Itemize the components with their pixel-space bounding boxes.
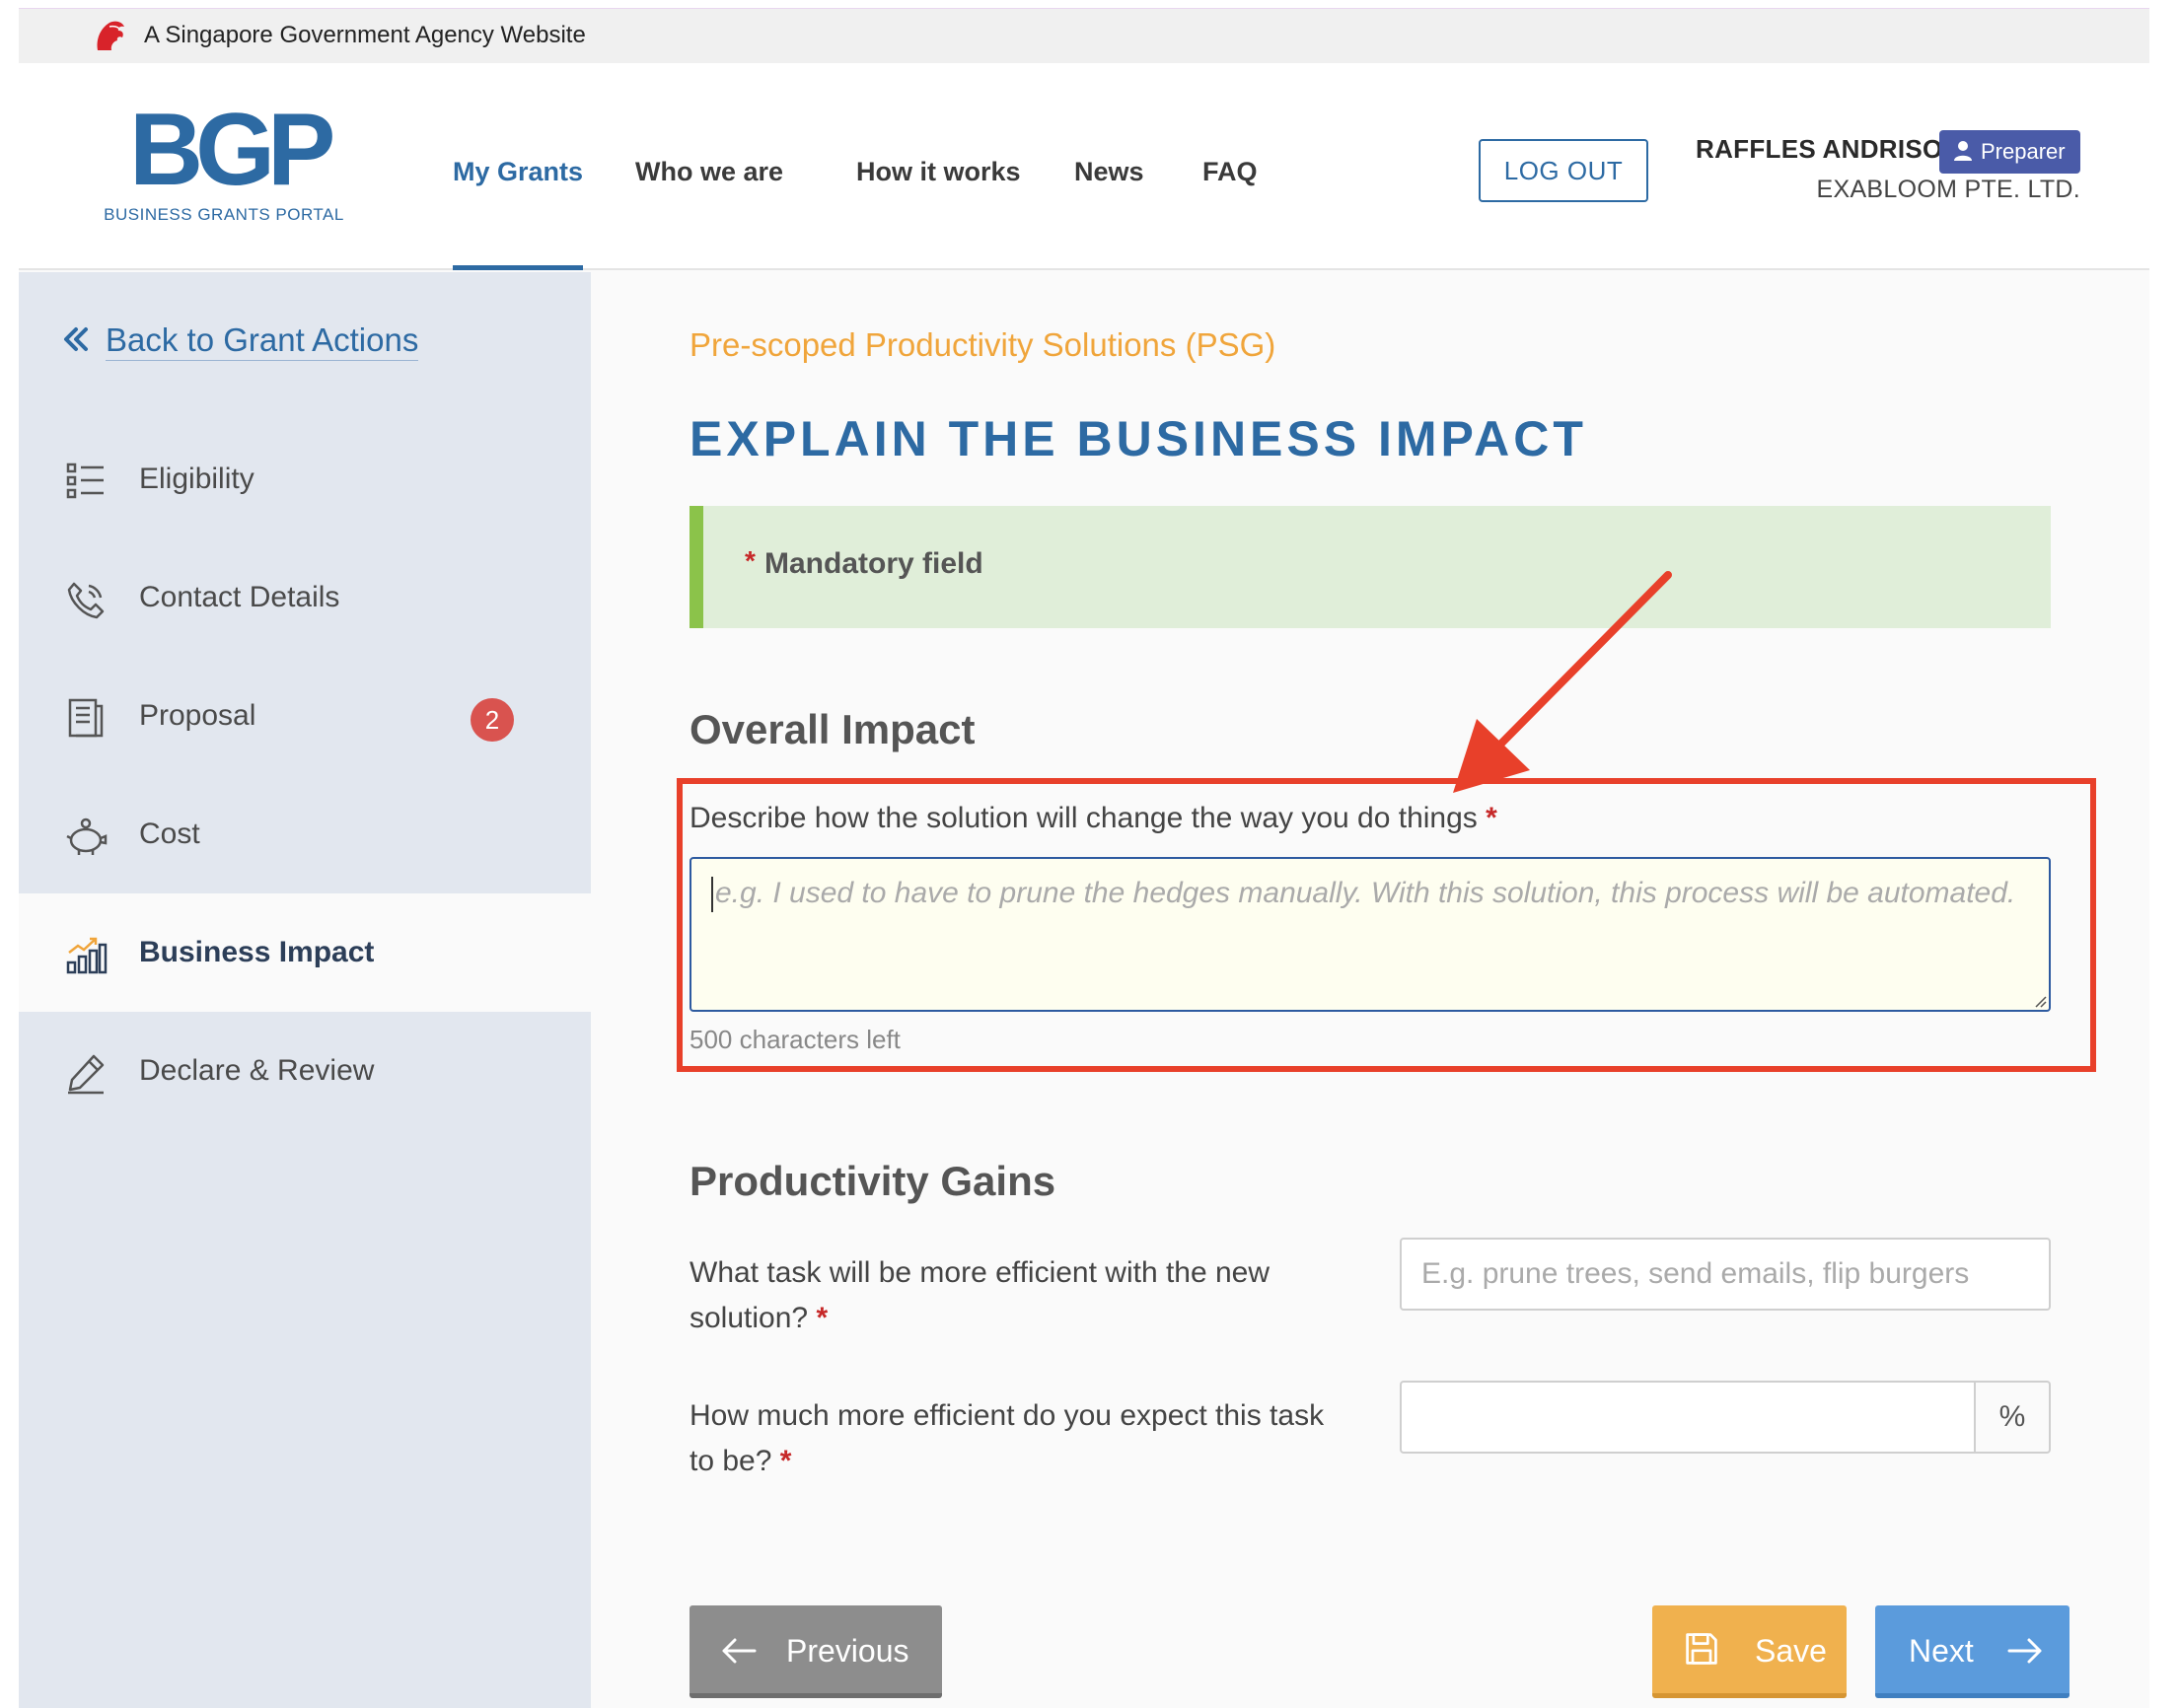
browser-viewport: A Singapore Government Agency Website BG… bbox=[19, 8, 2149, 1708]
required-asterisk: * bbox=[816, 1302, 829, 1334]
double-chevron-left-icon bbox=[64, 327, 88, 351]
resize-grip-icon[interactable] bbox=[2031, 992, 2047, 1008]
sidebar-item-label: Cost bbox=[139, 818, 200, 850]
proposal-count-badge: 2 bbox=[471, 698, 514, 742]
next-label: Next bbox=[1909, 1633, 1974, 1669]
task-input[interactable]: E.g. prune trees, send emails, flip burg… bbox=[1400, 1238, 2051, 1311]
characters-left: 500 characters left bbox=[690, 1025, 901, 1054]
bgp-logo[interactable]: BGP BUSINESS GRANTS PORTAL bbox=[86, 99, 362, 237]
bar-chart-icon bbox=[66, 937, 108, 974]
pen-icon bbox=[68, 1054, 105, 1095]
overall-impact-textarea[interactable]: e.g. I used to have to prune the hedges … bbox=[690, 857, 2051, 1012]
arrow-left-icon bbox=[722, 1638, 757, 1664]
nav-how-it-works[interactable]: How it works bbox=[856, 63, 1021, 270]
efficiency-input[interactable] bbox=[1400, 1381, 1976, 1454]
required-asterisk: * bbox=[1486, 802, 1497, 834]
question-text: Describe how the solution will change th… bbox=[690, 802, 1478, 834]
user-name: RAFFLES ANDRISON bbox=[1696, 134, 1962, 164]
arrow-right-icon bbox=[2007, 1638, 2042, 1664]
logout-button[interactable]: LOG OUT bbox=[1479, 139, 1648, 202]
person-icon bbox=[1954, 141, 1972, 161]
textarea-placeholder: e.g. I used to have to prune the hedges … bbox=[715, 877, 2016, 909]
lion-head-icon bbox=[97, 21, 124, 50]
back-to-grant-actions-link[interactable]: Back to Grant Actions bbox=[60, 321, 419, 361]
sidebar: Back to Grant Actions Eligibility Contac… bbox=[19, 272, 591, 1708]
piggy-bank-icon bbox=[66, 818, 108, 855]
sidebar-item-business-impact[interactable]: Business Impact bbox=[19, 893, 591, 1012]
nav-my-grants[interactable]: My Grants bbox=[453, 63, 584, 270]
save-button[interactable]: Save bbox=[1652, 1605, 1847, 1698]
previous-label: Previous bbox=[786, 1633, 909, 1669]
notice-text: Mandatory field bbox=[764, 547, 983, 580]
save-label: Save bbox=[1755, 1633, 1827, 1669]
role-badge: Preparer bbox=[1939, 130, 2080, 174]
overall-impact-question: Describe how the solution will change th… bbox=[690, 802, 1497, 835]
nav-who-we-are[interactable]: Who we are bbox=[635, 63, 783, 270]
nav-news[interactable]: News bbox=[1074, 63, 1144, 270]
logo-mark: BGP bbox=[129, 93, 335, 207]
gov-banner: A Singapore Government Agency Website bbox=[19, 9, 2149, 63]
document-icon bbox=[68, 698, 104, 738]
site-header: BGP BUSINESS GRANTS PORTAL My Grants Who… bbox=[19, 63, 2149, 270]
sidebar-item-cost[interactable]: Cost bbox=[19, 775, 591, 893]
logo-subtitle: BUSINESS GRANTS PORTAL bbox=[104, 205, 344, 224]
nav-faq[interactable]: FAQ bbox=[1202, 63, 1258, 270]
previous-button[interactable]: Previous bbox=[690, 1605, 942, 1698]
sidebar-item-declare-review[interactable]: Declare & Review bbox=[19, 1012, 591, 1130]
phone-icon bbox=[67, 582, 105, 619]
sidebar-item-label: Contact Details bbox=[139, 581, 340, 613]
sidebar-item-contact-details[interactable]: Contact Details bbox=[19, 538, 591, 657]
required-asterisk: * bbox=[779, 1445, 792, 1477]
sidebar-item-label: Proposal bbox=[139, 699, 256, 732]
task-question: What task will be more efficient with th… bbox=[690, 1250, 1341, 1341]
percent-addon: % bbox=[1976, 1381, 2051, 1454]
question-text: What task will be more efficient with th… bbox=[690, 1256, 1270, 1334]
floppy-disk-icon bbox=[1686, 1633, 1717, 1665]
role-label: Preparer bbox=[1981, 139, 2066, 164]
productivity-gains-heading: Productivity Gains bbox=[690, 1158, 1056, 1204]
back-link-label: Back to Grant Actions bbox=[106, 321, 419, 361]
mandatory-notice: * Mandatory field bbox=[690, 506, 2051, 628]
checklist-icon bbox=[66, 463, 104, 499]
company-name: EXABLOOM PTE. LTD. bbox=[1816, 176, 2080, 203]
sidebar-item-label: Eligibility bbox=[139, 463, 254, 495]
overall-impact-heading: Overall Impact bbox=[690, 706, 976, 752]
scheme-name: Pre-scoped Productivity Solutions (PSG) bbox=[690, 326, 1276, 363]
sidebar-item-proposal[interactable]: Proposal 2 bbox=[19, 657, 591, 775]
gov-banner-text: A Singapore Government Agency Website bbox=[144, 22, 586, 48]
page-title: EXPLAIN THE BUSINESS IMPACT bbox=[690, 411, 1587, 466]
sidebar-item-label: Business Impact bbox=[139, 936, 375, 968]
next-button[interactable]: Next bbox=[1875, 1605, 2069, 1698]
required-asterisk: * bbox=[745, 545, 756, 576]
sidebar-item-eligibility[interactable]: Eligibility bbox=[19, 420, 591, 538]
text-caret bbox=[711, 877, 713, 912]
sidebar-item-label: Declare & Review bbox=[139, 1054, 375, 1087]
efficiency-question: How much more efficient do you expect th… bbox=[690, 1393, 1341, 1484]
